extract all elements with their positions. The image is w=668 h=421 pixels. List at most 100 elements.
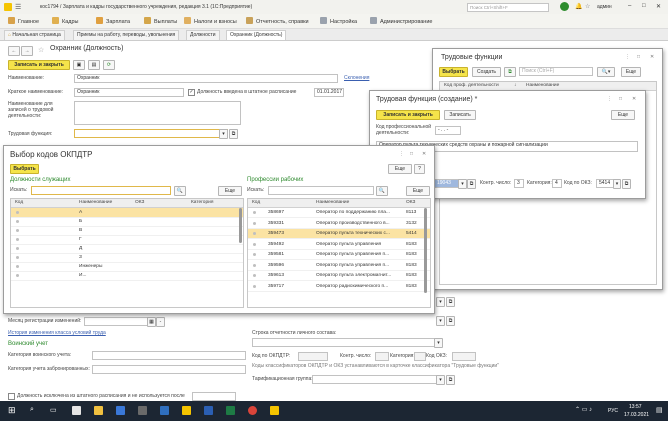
side-dropdown-1[interactable]: ▾: [436, 297, 445, 307]
close-icon[interactable]: ✕: [656, 3, 661, 10]
table-row[interactable]: 358697 Оператор по поддержанию пла... 8113: [248, 208, 430, 218]
table-row[interactable]: 359613 Оператор пульта электромагнит... 81…: [248, 271, 430, 281]
military-staff-field[interactable]: [92, 365, 246, 374]
table-row[interactable]: 359331 Оператор производственного в... 313…: [248, 219, 430, 229]
left-search-input[interactable]: [31, 186, 171, 195]
minimize-icon[interactable]: –: [628, 3, 631, 9]
start-icon[interactable]: ⊞: [8, 405, 16, 416]
right-scrollbar[interactable]: [424, 208, 427, 293]
close-icon[interactable]: ✕: [632, 96, 636, 102]
language-indicator[interactable]: РУС: [608, 408, 618, 414]
staff-checkbox[interactable]: ✓: [188, 89, 195, 96]
menu-taxes[interactable]: Налоги и взносы: [184, 17, 237, 25]
left-more-button[interactable]: Еще: [218, 186, 242, 196]
okpdtr-code-field[interactable]: 19043: [434, 179, 460, 188]
tab-hiring[interactable]: Приемы на работу, переводы, увольнения: [73, 30, 180, 40]
menu-salary[interactable]: Зарплата: [96, 17, 130, 25]
global-search-input[interactable]: Поиск Ctrl+Shift+F: [467, 3, 549, 12]
taskbar-store-icon[interactable]: [138, 406, 147, 415]
more-button[interactable]: Еще: [621, 67, 641, 77]
create-control-field[interactable]: 3: [514, 179, 524, 188]
create-save-button[interactable]: Записать: [444, 110, 476, 120]
app-menu-icon[interactable]: ☰: [15, 3, 21, 11]
copy-icon-button[interactable]: ⧉: [504, 67, 516, 77]
tab-home[interactable]: ⌂ Начальная страница: [4, 30, 65, 40]
select-button[interactable]: Выбрать: [439, 67, 468, 77]
short-name-field[interactable]: Охранник: [74, 88, 184, 97]
tariff-group-field[interactable]: [312, 375, 438, 384]
right-more-button[interactable]: Еще: [406, 186, 430, 196]
right-col-name[interactable]: Наименование: [316, 200, 349, 205]
create-save-close-button[interactable]: Записать и закрыть: [376, 110, 440, 120]
more-options-icon[interactable]: ⋮: [625, 54, 630, 60]
taskbar-excel-icon[interactable]: [226, 406, 235, 415]
user-name[interactable]: админ: [597, 4, 612, 10]
create-button[interactable]: Создать: [472, 67, 501, 77]
search-icon[interactable]: 🔍▾: [597, 67, 615, 77]
col-prof-code[interactable]: Код проф. деятельности: [444, 83, 499, 88]
maximize-icon[interactable]: □: [619, 96, 622, 102]
side-dropdown-2[interactable]: ▾: [436, 316, 445, 326]
left-col-okz[interactable]: ОКЗ: [135, 200, 144, 205]
notifications-icon[interactable]: 🔔: [575, 3, 582, 10]
create-okz-dropdown[interactable]: ▾: [613, 179, 621, 189]
okpdtr-more-button[interactable]: Еще: [388, 164, 412, 174]
more-options-icon[interactable]: ⋮: [607, 96, 612, 102]
labor-function-field[interactable]: [74, 129, 228, 138]
right-search-icon[interactable]: 🔍: [376, 186, 388, 196]
create-more-button[interactable]: Еще: [611, 110, 635, 120]
menu-staff[interactable]: Кадры: [52, 17, 78, 25]
name-field[interactable]: Охранник: [74, 74, 338, 83]
taskbar-browser-icon[interactable]: [116, 406, 125, 415]
taskbar-mail-icon[interactable]: [160, 406, 169, 415]
right-col-okz[interactable]: ОКЗ: [406, 200, 415, 205]
side-open-2[interactable]: ⧉: [446, 316, 455, 326]
clock-time[interactable]: 13:57: [629, 404, 642, 410]
more-options-icon[interactable]: ⋮: [399, 151, 404, 157]
create-category-field[interactable]: 4: [552, 179, 562, 188]
tariff-group-dropdown[interactable]: ▾: [436, 375, 445, 385]
month-field[interactable]: [84, 317, 150, 326]
tray-icons[interactable]: ⌃ ▭ ♪: [575, 406, 592, 413]
tab-guard-position[interactable]: Охранник (Должность): [226, 30, 287, 40]
taskbar-1c-icon[interactable]: [182, 406, 191, 415]
save-close-button[interactable]: Записать и закрыть: [8, 60, 70, 70]
okpdtr-code-open[interactable]: ⧉: [467, 179, 476, 189]
back-button[interactable]: ←: [8, 46, 20, 56]
close-icon[interactable]: ✕: [422, 151, 426, 157]
history-link[interactable]: История изменения класса условий труда: [8, 330, 106, 336]
record-name-field[interactable]: [74, 101, 241, 125]
stat-row-dropdown[interactable]: ▾: [434, 338, 443, 348]
col-name[interactable]: Наименование: [526, 83, 559, 88]
clock-date[interactable]: 17.03.2021: [624, 412, 649, 418]
maximize-icon[interactable]: □: [637, 54, 640, 60]
taskbar-app-icon[interactable]: [72, 406, 81, 415]
left-col-name[interactable]: Наименование: [79, 200, 112, 205]
table-row[interactable]: 359717 Оператор радиохимического п... 8183: [248, 282, 430, 292]
notifications-center-icon[interactable]: ▤: [656, 406, 663, 414]
stat-row-field[interactable]: [252, 338, 436, 347]
task-view-icon[interactable]: ▭: [50, 406, 57, 414]
taskbar-explorer-icon[interactable]: [94, 406, 103, 415]
excluded-date-field[interactable]: [192, 392, 236, 401]
table-row[interactable]: И...: [11, 271, 243, 281]
maximize-icon[interactable]: □: [410, 151, 413, 157]
inclination-link[interactable]: Склонения: [344, 75, 369, 81]
tab-positions[interactable]: Должности: [186, 30, 220, 40]
menu-payments[interactable]: Выплаты: [144, 17, 177, 25]
forward-button[interactable]: →: [21, 46, 33, 56]
favorite-star-icon[interactable]: ☆: [38, 46, 44, 54]
left-col-code[interactable]: Код: [15, 200, 23, 205]
side-open-1[interactable]: ⧉: [446, 297, 455, 307]
left-search-icon[interactable]: 🔍: [174, 186, 186, 196]
month-calendar-button[interactable]: ▦: [147, 317, 156, 327]
favorites-icon[interactable]: ☆: [585, 3, 590, 10]
right-col-code[interactable]: Код: [252, 200, 260, 205]
table-row[interactable]: 359596 Оператор пульта управления п... 818…: [248, 261, 430, 271]
taskbar-chrome-icon[interactable]: [248, 406, 257, 415]
history-icon[interactable]: [560, 2, 569, 11]
refresh-icon-button[interactable]: ⟳: [103, 60, 115, 70]
okpdtr-code-dropdown[interactable]: ▾: [458, 179, 467, 189]
okpdtr-help-button[interactable]: ?: [414, 164, 425, 174]
create-okz-field[interactable]: 5414: [596, 179, 614, 188]
